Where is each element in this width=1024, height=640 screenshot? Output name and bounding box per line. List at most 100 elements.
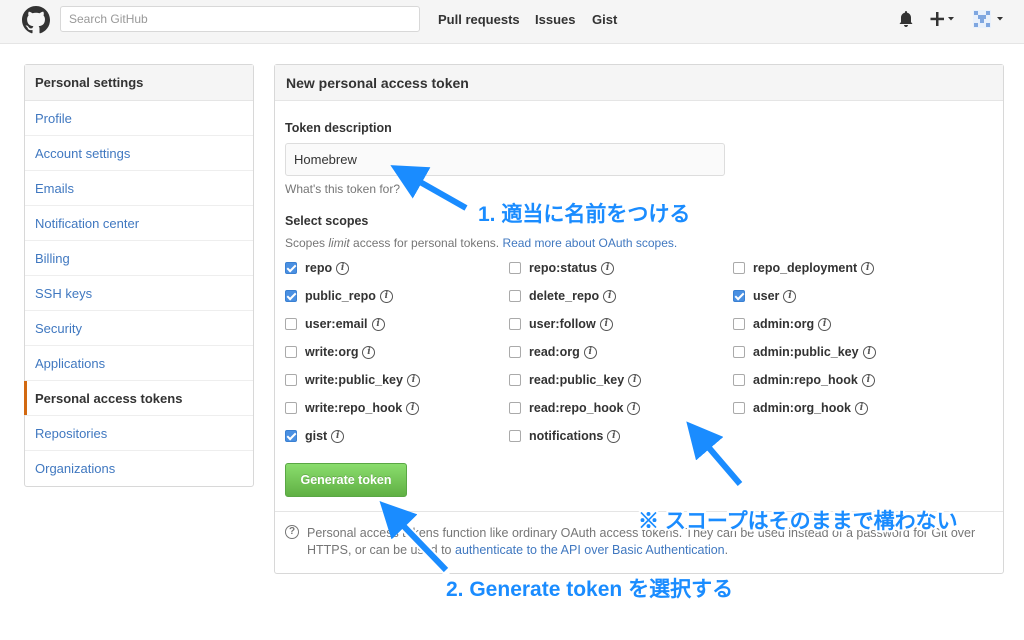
scope-admin-repo-hook[interactable]: admin:repo_hook i bbox=[733, 372, 875, 388]
scope-label: gist bbox=[305, 429, 328, 443]
info-icon[interactable]: i bbox=[628, 373, 642, 387]
info-icon[interactable]: i bbox=[362, 345, 376, 359]
info-icon[interactable]: i bbox=[379, 289, 393, 303]
plus-icon[interactable] bbox=[930, 11, 956, 27]
annotation-note: ※ スコープはそのままで構わない bbox=[638, 510, 958, 533]
info-icon[interactable]: i bbox=[603, 289, 617, 303]
sidebar-item-applications[interactable]: Applications bbox=[25, 346, 253, 381]
sidebar-item-profile[interactable]: Profile bbox=[25, 101, 253, 136]
new-token-panel: New personal access token Token descript… bbox=[274, 64, 1004, 574]
scope-delete-repo[interactable]: delete_repo i bbox=[509, 288, 617, 304]
nav-issues[interactable]: Issues bbox=[535, 12, 575, 27]
scope-repo-deployment[interactable]: repo_deployment i bbox=[733, 260, 875, 276]
info-icon[interactable]: i bbox=[861, 373, 875, 387]
scope-checkbox[interactable] bbox=[733, 402, 745, 414]
octocat-icon[interactable] bbox=[22, 6, 50, 34]
scope-checkbox[interactable] bbox=[285, 402, 297, 414]
info-icon[interactable]: i bbox=[607, 429, 621, 443]
info-icon[interactable]: i bbox=[601, 261, 615, 275]
scope-label: admin:org bbox=[753, 317, 815, 331]
search-input[interactable] bbox=[60, 6, 420, 32]
scope-label: write:org bbox=[305, 345, 359, 359]
info-icon[interactable]: i bbox=[862, 345, 876, 359]
scope-repo[interactable]: repo i bbox=[285, 260, 350, 276]
scope-checkbox[interactable] bbox=[285, 262, 297, 274]
info-icon[interactable]: i bbox=[331, 429, 345, 443]
scope-checkbox[interactable] bbox=[733, 374, 745, 386]
scope-checkbox[interactable] bbox=[509, 346, 521, 358]
sidebar-item-notification-center[interactable]: Notification center bbox=[25, 206, 253, 241]
generate-token-button[interactable]: Generate token bbox=[285, 463, 407, 497]
scope-repo-status[interactable]: repo:status i bbox=[509, 260, 615, 276]
scope-gist[interactable]: gist i bbox=[285, 428, 345, 444]
scope-notifications[interactable]: notifications i bbox=[509, 428, 621, 444]
scope-admin-public-key[interactable]: admin:public_key i bbox=[733, 344, 876, 360]
info-icon[interactable]: i bbox=[336, 261, 350, 275]
scope-checkbox[interactable] bbox=[509, 290, 521, 302]
scope-checkbox[interactable] bbox=[509, 374, 521, 386]
scope-checkbox[interactable] bbox=[509, 318, 521, 330]
scope-checkbox[interactable] bbox=[285, 290, 297, 302]
scope-admin-org[interactable]: admin:org i bbox=[733, 316, 832, 332]
scope-user-email[interactable]: user:email i bbox=[285, 316, 385, 332]
scope-checkbox[interactable] bbox=[285, 430, 297, 442]
sidebar-item-emails[interactable]: Emails bbox=[25, 171, 253, 206]
scope-write-repo-hook[interactable]: write:repo_hook i bbox=[285, 400, 420, 416]
scope-label: user:follow bbox=[529, 317, 596, 331]
settings-sidebar: Personal settings Profile Account settin… bbox=[24, 64, 254, 487]
scope-read-public-key[interactable]: read:public_key i bbox=[509, 372, 642, 388]
scope-checkbox[interactable] bbox=[733, 262, 745, 274]
scope-label: write:repo_hook bbox=[305, 401, 403, 415]
info-icon[interactable]: i bbox=[627, 401, 641, 415]
scope-label: read:org bbox=[529, 345, 580, 359]
nav-gist[interactable]: Gist bbox=[592, 12, 617, 27]
scope-checkbox[interactable] bbox=[733, 318, 745, 330]
sidebar-item-security[interactable]: Security bbox=[25, 311, 253, 346]
scope-write-public-key[interactable]: write:public_key i bbox=[285, 372, 420, 388]
sidebar-item-personal-access-tokens[interactable]: Personal access tokens bbox=[24, 381, 253, 416]
scope-checkbox[interactable] bbox=[285, 318, 297, 330]
info-icon[interactable]: i bbox=[783, 289, 797, 303]
sidebar-item-billing[interactable]: Billing bbox=[25, 241, 253, 276]
token-description-hint: What's this token for? bbox=[285, 182, 401, 196]
scope-checkbox[interactable] bbox=[733, 290, 745, 302]
info-icon[interactable]: i bbox=[406, 401, 420, 415]
scope-label: admin:repo_hook bbox=[753, 373, 858, 387]
scope-write-org[interactable]: write:org i bbox=[285, 344, 376, 360]
token-description-input[interactable] bbox=[285, 143, 725, 176]
bell-icon[interactable] bbox=[898, 10, 914, 28]
scope-checkbox[interactable] bbox=[509, 430, 521, 442]
top-header: Pull requests Issues Gist bbox=[0, 0, 1024, 44]
scope-public-repo[interactable]: public_repo i bbox=[285, 288, 393, 304]
info-icon[interactable]: i bbox=[599, 317, 613, 331]
sidebar-item-account-settings[interactable]: Account settings bbox=[25, 136, 253, 171]
oauth-scopes-link[interactable]: Read more about OAuth scopes. bbox=[502, 236, 677, 250]
sidebar-item-organizations[interactable]: Organizations bbox=[25, 451, 253, 486]
scope-user[interactable]: user i bbox=[733, 288, 797, 304]
sidebar-item-ssh-keys[interactable]: SSH keys bbox=[25, 276, 253, 311]
scope-read-repo-hook[interactable]: read:repo_hook i bbox=[509, 400, 641, 416]
scope-admin-org-hook[interactable]: admin:org_hook i bbox=[733, 400, 868, 416]
scope-checkbox[interactable] bbox=[733, 346, 745, 358]
info-icon[interactable]: i bbox=[854, 401, 868, 415]
sidebar-title: Personal settings bbox=[25, 65, 253, 101]
info-icon[interactable]: i bbox=[406, 373, 420, 387]
scope-user-follow[interactable]: user:follow i bbox=[509, 316, 613, 332]
basic-auth-link[interactable]: authenticate to the API over Basic Authe… bbox=[455, 543, 725, 557]
scopes-hint-prefix: Scopes bbox=[285, 236, 329, 250]
nav-pull-requests[interactable]: Pull requests bbox=[438, 12, 520, 27]
avatar[interactable] bbox=[972, 9, 1006, 29]
scope-checkbox[interactable] bbox=[285, 374, 297, 386]
info-icon[interactable]: i bbox=[861, 261, 875, 275]
scope-checkbox[interactable] bbox=[285, 346, 297, 358]
scope-checkbox[interactable] bbox=[509, 262, 521, 274]
scope-read-org[interactable]: read:org i bbox=[509, 344, 597, 360]
info-icon[interactable]: i bbox=[371, 317, 385, 331]
info-icon[interactable]: i bbox=[583, 345, 597, 359]
scope-checkbox[interactable] bbox=[509, 402, 521, 414]
sidebar-item-repositories[interactable]: Repositories bbox=[25, 416, 253, 451]
scopes-hint-em: limit bbox=[328, 236, 350, 250]
annotation-step1: 1. 適当に名前をつける bbox=[478, 203, 691, 226]
annotation-step2: 2. Generate token を選択する bbox=[446, 578, 734, 601]
info-icon[interactable]: i bbox=[818, 317, 832, 331]
